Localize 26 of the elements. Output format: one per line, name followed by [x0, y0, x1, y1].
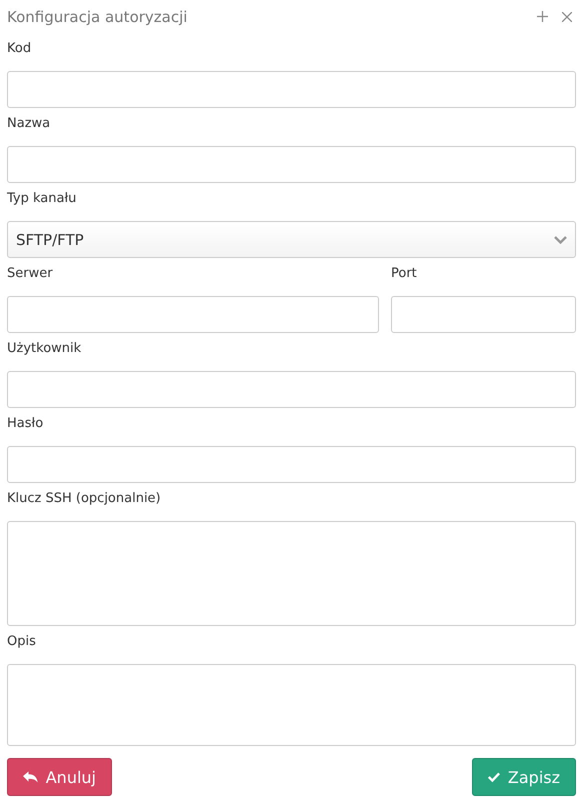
input-field[interactable] — [391, 296, 576, 333]
close-icon[interactable] — [562, 12, 572, 22]
reply-icon — [23, 771, 38, 783]
field-label: Hasło — [7, 415, 44, 433]
text-area[interactable] — [7, 664, 576, 746]
input-field[interactable] — [7, 446, 576, 483]
input-field[interactable] — [7, 146, 576, 183]
cancel-button[interactable]: Anuluj — [7, 758, 112, 796]
field-label: Nazwa — [7, 115, 52, 133]
field-label: Klucz SSH (opcjonalnie) — [7, 490, 162, 508]
field-label: Serwer — [7, 265, 54, 283]
dropdown[interactable]: SFTP/FTP — [7, 221, 576, 258]
save-button[interactable]: Zapisz — [472, 758, 576, 796]
chevron-down-icon — [554, 236, 567, 244]
field-label: Użytkownik — [7, 340, 82, 358]
field-label: Kod — [7, 40, 32, 58]
field-label: Port — [391, 265, 418, 283]
input-field[interactable] — [7, 371, 576, 408]
text-area[interactable] — [7, 521, 576, 626]
input-field[interactable] — [7, 296, 379, 333]
add-icon[interactable] — [537, 11, 548, 22]
input-field[interactable] — [7, 71, 576, 108]
field-label: Opis — [7, 633, 37, 651]
field-label: Typ kanału — [7, 190, 78, 208]
window-title: Konfiguracja autoryzacji — [7, 8, 188, 26]
checkmark-icon — [488, 771, 500, 783]
